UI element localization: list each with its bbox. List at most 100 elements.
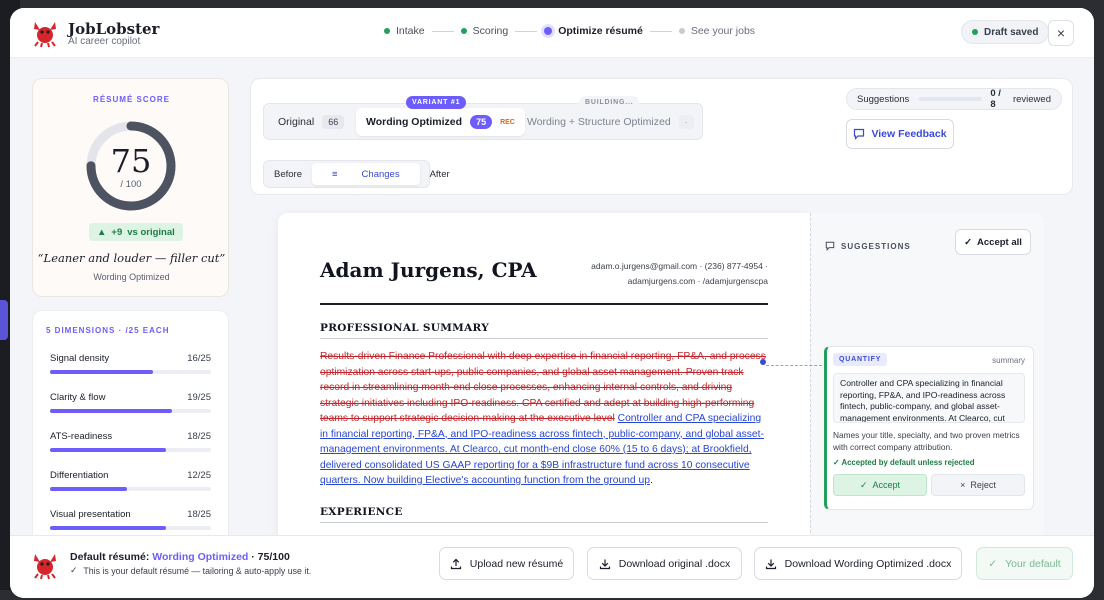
your-default-button[interactable]: ✓ Your default	[976, 547, 1073, 580]
view-after[interactable]: After	[420, 163, 460, 185]
step-pending-icon	[678, 28, 685, 34]
step-complete-icon	[460, 28, 467, 34]
check-icon: ✓	[859, 479, 868, 490]
dimensions-title: 5 DIMENSIONS · /25 EACH	[46, 326, 170, 335]
suggestion-section: summary	[992, 356, 1025, 365]
view-feedback-button[interactable]: View Feedback	[846, 119, 954, 149]
arrow-up-icon: ▲	[97, 226, 107, 238]
default-resume-label: Default résumé: Wording Optimized · 75/1…	[70, 551, 290, 563]
step-scoring[interactable]: Scoring	[460, 25, 508, 37]
dimension-label: Signal density	[50, 353, 110, 364]
resume-optimizer-modal: JobLobster AI career copilot Intake Scor…	[10, 8, 1094, 598]
step-intake[interactable]: Intake	[384, 25, 425, 37]
dimension-bar	[50, 409, 211, 413]
recommended-badge: REC	[500, 118, 515, 126]
step-current-icon	[544, 27, 553, 35]
dimension-label: Clarity & flow	[50, 392, 106, 403]
resume-document: Adam Jurgens, CPA adam.o.jurgens@gmail.c…	[278, 213, 810, 558]
dimension-label: Differentiation	[50, 470, 109, 481]
dimension-bar	[50, 487, 211, 491]
dimensions-card: 5 DIMENSIONS · /25 EACH Signal density 16…	[32, 310, 229, 550]
variant-tabs: Original 66 Wording Optimized 75 REC Wordin…	[263, 96, 703, 140]
view-before[interactable]: Before	[264, 163, 312, 185]
comment-icon	[825, 241, 835, 251]
dimension-bar	[50, 448, 211, 452]
dimension-bar-fill	[50, 409, 173, 413]
tab-score-badge: 66	[322, 115, 345, 129]
score-title: RÉSUMÉ SCORE	[93, 95, 170, 104]
view-mode-toggle: Before ≡ Changes After	[263, 160, 450, 188]
dimension-bar	[50, 526, 211, 530]
tab-score-badge: ·	[678, 115, 694, 129]
dimension-bar-fill	[50, 448, 166, 452]
lobster-logo-icon	[34, 22, 56, 48]
resume-score-card: RÉSUMÉ SCORE 75 / 100 ▲ +9 vs original “Le…	[32, 78, 229, 297]
modal-footer: Default résumé: Wording Optimized · 75/1…	[10, 535, 1094, 598]
dimension-item: Differentiation 12/25	[50, 470, 211, 491]
background-nav-highlight	[0, 300, 8, 340]
suggestions-progress: Suggestions 0 / 8 reviewed	[846, 88, 1062, 110]
score-variant-name: Wording Optimized	[93, 272, 170, 282]
step-separator	[515, 30, 538, 32]
score-tagline: “Leaner and louder — filler cut”	[37, 251, 226, 265]
reject-suggestion-button[interactable]: × Reject	[931, 474, 1025, 496]
tab-wording-structure-optimized[interactable]: Wording + Structure Optimized ·	[527, 108, 694, 136]
check-icon: ✓	[964, 236, 973, 248]
dimension-item: ATS-readiness 18/25	[50, 431, 211, 452]
download-original-button[interactable]: Download original .docx	[587, 547, 742, 580]
score-delta-badge: ▲ +9 vs original	[89, 223, 183, 241]
upload-icon	[450, 558, 461, 569]
download-variant-button[interactable]: Download Wording Optimized .docx	[754, 547, 962, 580]
header-rule	[320, 303, 768, 305]
suggestion-tag: QUANTIFY	[833, 353, 888, 366]
tab-wording-optimized[interactable]: Wording Optimized 75 REC	[356, 108, 525, 136]
dimension-value: 12/25	[187, 470, 211, 481]
dimension-label: Visual presentation	[50, 509, 131, 520]
section-rule	[320, 522, 768, 523]
brand-tagline: AI career copilot	[68, 36, 141, 47]
suggestions-title: SUGGESTIONS	[825, 241, 911, 251]
dimension-bar-fill	[50, 487, 128, 491]
dimension-label: ATS-readiness	[50, 431, 113, 442]
score-value: 75	[110, 142, 152, 180]
suggestion-card: QUANTIFY summary Controller and CPA spec…	[824, 346, 1034, 510]
suggestion-text[interactable]: Controller and CPA specializing in finan…	[833, 373, 1025, 423]
dimension-bar	[50, 370, 211, 374]
tab-score-badge: 75	[470, 115, 493, 129]
suggestion-default-note: ✓ Accepted by default unless rejected	[833, 458, 975, 467]
draft-saved-badge: Draft saved	[961, 20, 1050, 44]
accept-suggestion-button[interactable]: ✓ Accept	[833, 474, 927, 496]
check-icon: ✓	[988, 557, 998, 570]
dimension-value: 18/25	[187, 431, 211, 442]
download-icon	[599, 559, 610, 569]
building-badge: BUILDING...	[579, 96, 640, 109]
dimension-value: 19/25	[187, 392, 211, 403]
dimension-item: Clarity & flow 19/25	[50, 392, 211, 413]
download-icon	[765, 559, 776, 569]
accept-all-button[interactable]: ✓ Accept all	[955, 229, 1031, 255]
suggestion-connector	[766, 365, 822, 366]
saved-status-icon	[972, 29, 978, 35]
modal-header: JobLobster AI career copilot Intake Scor…	[10, 8, 1094, 58]
step-see-your-jobs[interactable]: See your jobs	[678, 25, 755, 37]
changes-icon: ≡	[332, 168, 338, 180]
section-title-summary: PROFESSIONAL SUMMARY	[320, 322, 490, 334]
step-optimize-resume[interactable]: Optimize résumé	[544, 25, 643, 37]
score-max: / 100	[120, 179, 142, 190]
lobster-logo-icon	[34, 554, 56, 580]
dimension-value: 18/25	[187, 509, 211, 520]
dimension-item: Signal density 16/25	[50, 353, 211, 374]
section-rule	[320, 338, 768, 339]
check-icon: ✓	[70, 565, 78, 575]
summary-diff: Results-driven Finance Professional with…	[320, 351, 766, 486]
view-changes[interactable]: ≡ Changes	[312, 163, 420, 185]
tab-original[interactable]: Original 66	[278, 108, 345, 136]
suggestion-reason: Names your title, specialty, and two pro…	[833, 430, 1020, 452]
upload-resume-button[interactable]: Upload new résumé	[439, 547, 574, 580]
default-resume-note: ✓ This is your default résumé — tailoring…	[70, 565, 312, 576]
dimension-bar-fill	[50, 526, 166, 530]
step-separator	[431, 30, 454, 32]
close-button[interactable]: ×	[1048, 20, 1074, 46]
check-icon: ✓	[833, 458, 840, 467]
suggestions-panel: SUGGESTIONS ✓ Accept all QUANTIFY summary…	[810, 213, 1044, 558]
